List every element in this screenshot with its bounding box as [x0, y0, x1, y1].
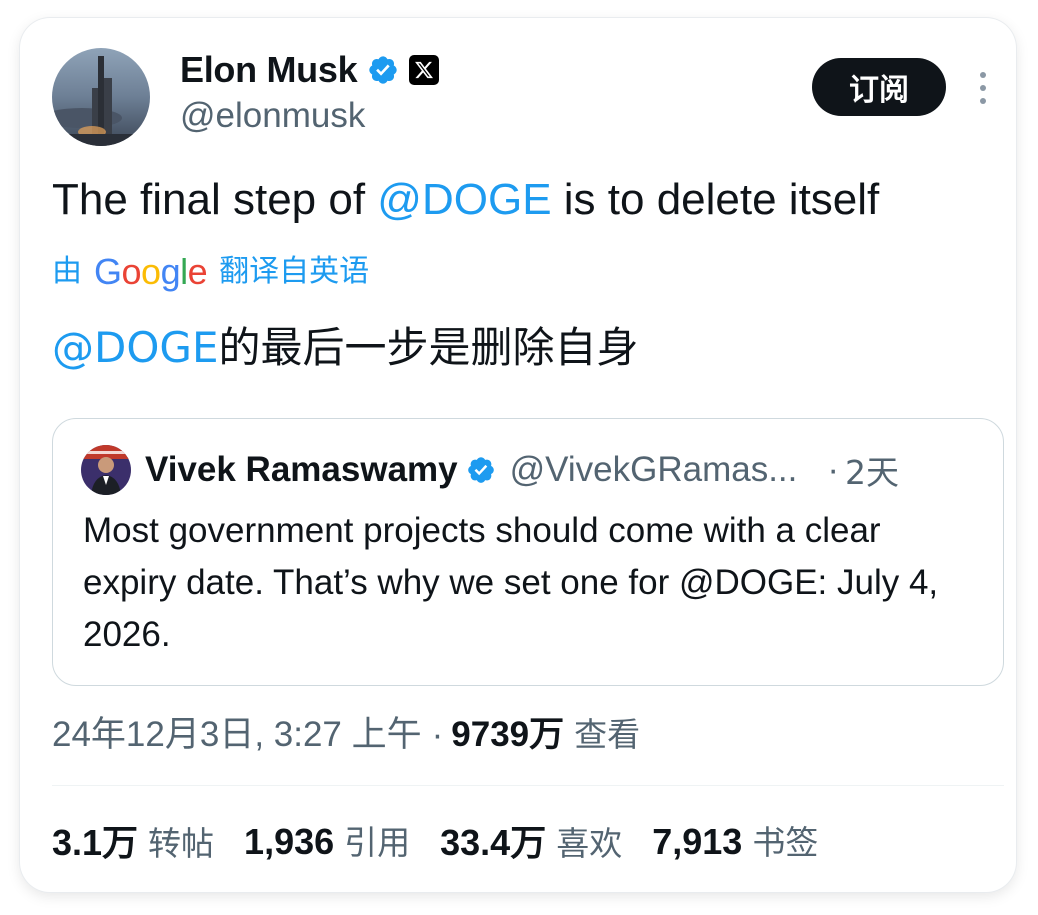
stat-label: 引用	[344, 823, 411, 862]
quoted-separator: ·	[827, 450, 840, 489]
stat-likes[interactable]: 33.4万 喜欢	[440, 814, 622, 866]
quoted-text: Most government projects should come wit…	[83, 511, 939, 654]
translated-prefix: 由	[52, 254, 82, 289]
tweet-mention-link[interactable]: @DOGE	[377, 175, 551, 224]
author-name[interactable]: Elon Musk	[180, 49, 358, 91]
tweet-text: The final step of @DOGE is to delete its…	[52, 170, 879, 230]
stat-label: 转帖	[148, 824, 215, 863]
x-logo-icon	[409, 55, 440, 85]
google-logo: Google	[94, 251, 208, 292]
tweet-text-before: The final step of	[52, 175, 378, 224]
tweet-text-after: is to delete itself	[551, 175, 880, 224]
quoted-header: Vivek Ramaswamy @VivekGRamas... · 2天	[145, 445, 899, 495]
quoted-author-name[interactable]: Vivek Ramaswamy	[145, 450, 458, 490]
author-handle[interactable]: @elonmusk	[180, 96, 365, 136]
engagement-stats: 3.1万 转帖 1,936 引用 33.4万 喜欢 7,913 书签	[52, 816, 848, 864]
stat-value: 7,913	[652, 821, 743, 862]
quoted-tweet[interactable]: Vivek Ramaswamy @VivekGRamas... · 2天 Mos…	[52, 418, 1004, 686]
translated-text: @DOGE的最后一步是删除自身	[52, 318, 639, 378]
stat-quotes[interactable]: 1,936 引用	[244, 816, 410, 864]
translated-body: 的最后一步是删除自身	[218, 323, 639, 372]
quoted-timestamp[interactable]: 2天	[845, 446, 899, 494]
subscribe-button[interactable]: 订阅	[812, 58, 946, 116]
verified-badge-icon	[467, 457, 494, 483]
quoted-author-handle[interactable]: @VivekGRamas...	[510, 450, 798, 490]
view-label: 查看	[574, 715, 641, 754]
quoted-author-avatar[interactable]	[81, 445, 131, 495]
tweet-timestamp[interactable]: 24年12月3日, 3:27 上午	[52, 706, 422, 757]
stat-reposts[interactable]: 3.1万 转帖	[52, 814, 214, 866]
more-vertical-icon[interactable]	[972, 68, 994, 108]
stat-value: 33.4万	[440, 822, 547, 863]
stat-value: 3.1万	[52, 822, 139, 863]
translated-mention-link[interactable]: @DOGE	[52, 323, 218, 372]
meta-separator: ·	[431, 715, 444, 754]
translated-by-google[interactable]: 由 Google 翻译自英语	[52, 252, 369, 292]
divider	[52, 785, 1004, 786]
author-avatar[interactable]	[52, 48, 150, 146]
stat-value: 1,936	[244, 821, 335, 862]
author-name-row: Elon Musk	[180, 48, 440, 92]
tweet-meta: 24年12月3日, 3:27 上午 · 9739万 查看	[52, 706, 640, 756]
stat-bookmarks[interactable]: 7,913 书签	[652, 816, 818, 864]
verified-badge-icon	[369, 56, 397, 84]
translated-suffix: 翻译自英语	[219, 254, 370, 289]
stat-label: 书签	[752, 823, 819, 862]
stat-label: 喜欢	[556, 824, 623, 863]
view-count: 9739万	[451, 715, 565, 754]
tweet-card: Elon Musk @elonmusk 订阅 The final step of…	[20, 18, 1016, 892]
